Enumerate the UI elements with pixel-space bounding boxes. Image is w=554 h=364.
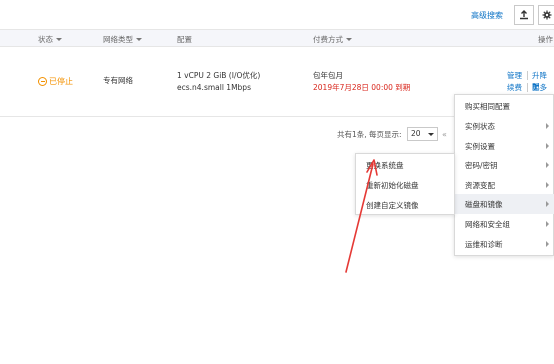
annotation-arrow — [345, 159, 378, 273]
